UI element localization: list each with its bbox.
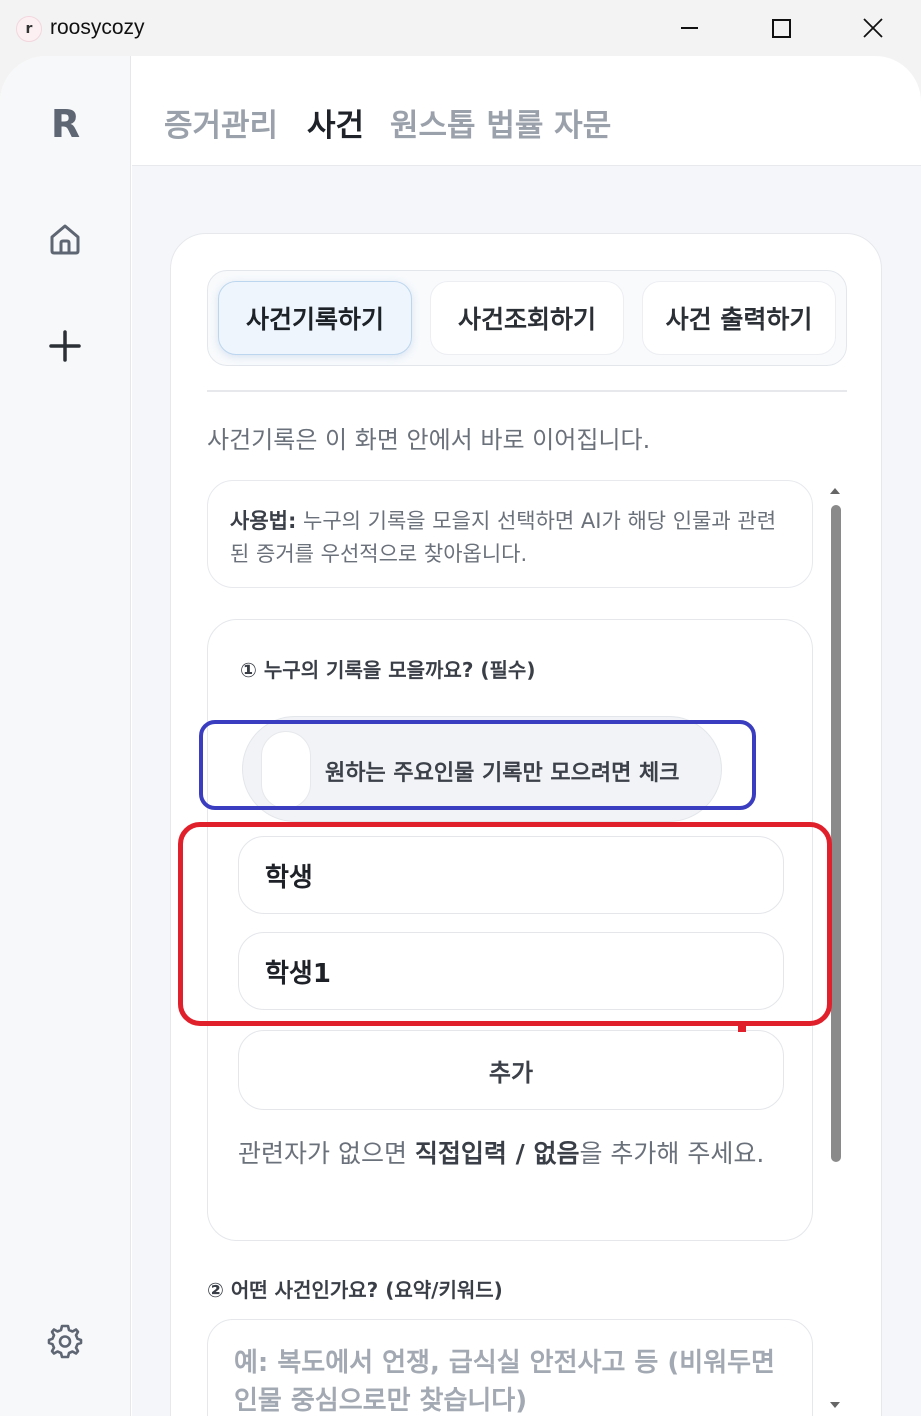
settings-button[interactable] bbox=[40, 1316, 90, 1366]
window-title: roosycozy bbox=[50, 16, 145, 39]
usage-box: 사용법: 누구의 기록을 모을지 선택하면 AI가 해당 인물과 관련된 증거를… bbox=[207, 480, 813, 588]
close-icon bbox=[863, 18, 883, 38]
case-tabs: 사건기록하기 사건조회하기 사건 출력하기 bbox=[207, 270, 847, 366]
scrollbar-thumb[interactable] bbox=[831, 505, 841, 1162]
usage-label: 사용법: bbox=[230, 509, 297, 533]
who-section-title: ① 누구의 기록을 모을까요? (필수) bbox=[240, 658, 536, 682]
scroll-down-arrow[interactable] bbox=[828, 1398, 842, 1412]
nav-case[interactable]: 사건 bbox=[307, 100, 364, 145]
nav-evidence-management[interactable]: 증거관리 bbox=[164, 100, 278, 145]
usage-text: 누구의 기록을 모을지 선택하면 AI가 해당 인물과 관련된 증거를 우선적으… bbox=[230, 509, 777, 566]
home-button[interactable] bbox=[40, 214, 90, 264]
minimize-button[interactable] bbox=[643, 0, 735, 56]
case-summary-input[interactable]: 예: 복도에서 언쟁, 급식실 안전사고 등 (비워두면 인물 중심으로만 찾습… bbox=[207, 1319, 813, 1416]
gear-icon bbox=[47, 1324, 83, 1359]
maximize-icon bbox=[771, 18, 791, 38]
tab-view-case[interactable]: 사건조회하기 bbox=[430, 281, 624, 355]
tab-print-case[interactable]: 사건 출력하기 bbox=[642, 281, 836, 355]
window-titlebar: r roosycozy bbox=[0, 0, 921, 56]
scroll-up-arrow[interactable] bbox=[828, 484, 842, 498]
annotation-blue-box bbox=[199, 720, 756, 810]
add-person-button[interactable]: 추가 bbox=[238, 1030, 784, 1110]
divider bbox=[207, 390, 847, 392]
minimize-icon bbox=[680, 27, 698, 29]
nav-legal-advice[interactable]: 원스톱 법률 자문 bbox=[390, 100, 611, 145]
intro-text: 사건기록은 이 화면 안에서 바로 이어집니다. bbox=[207, 426, 651, 454]
case-summary-title: ② 어떤 사건인가요? (요약/키워드) bbox=[207, 1278, 503, 1302]
close-button[interactable] bbox=[827, 0, 919, 56]
maximize-button[interactable] bbox=[735, 0, 827, 56]
scroll-up-icon bbox=[830, 488, 840, 494]
hint-text: 관련자가 없으면 직접입력 / 없음을 추가해 주세요. bbox=[238, 1139, 765, 1168]
new-case-button[interactable] bbox=[40, 321, 90, 371]
home-icon bbox=[50, 224, 80, 255]
annotation-red-mark bbox=[738, 1024, 746, 1032]
logo[interactable]: R bbox=[0, 102, 131, 146]
scroll-down-icon bbox=[830, 1402, 840, 1408]
sidebar: R bbox=[0, 56, 131, 1416]
app-icon: r bbox=[16, 16, 42, 42]
plus-icon bbox=[49, 330, 81, 362]
top-navigation: 증거관리 사건 원스톱 법률 자문 bbox=[132, 56, 921, 166]
tab-record-case[interactable]: 사건기록하기 bbox=[218, 281, 412, 355]
annotation-red-box bbox=[178, 822, 832, 1026]
